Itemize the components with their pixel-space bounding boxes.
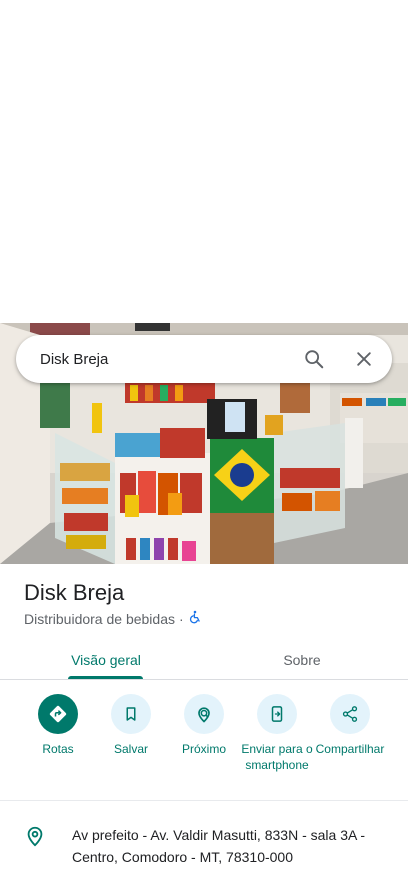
bookmark-icon[interactable]: [111, 694, 151, 734]
address-line-1: Av prefeito - Av. Valdir Masutti, 833N -…: [72, 827, 366, 843]
close-icon[interactable]: [344, 339, 384, 379]
separator-dot: ·: [178, 610, 184, 627]
nearby-icon[interactable]: [184, 694, 224, 734]
search-bar[interactable]: Disk Breja: [16, 335, 392, 383]
nearby-button[interactable]: Próximo: [166, 694, 242, 757]
share-label: Compartilhar: [315, 742, 385, 756]
action-buttons: Rotas Salvar Próximo Enviar para o smart…: [0, 694, 408, 794]
active-tab-indicator: [68, 676, 143, 679]
map-area[interactable]: [0, 0, 408, 323]
tab-about[interactable]: Sobre: [252, 640, 352, 680]
share-icon[interactable]: [330, 694, 370, 734]
location-pin-icon: [24, 824, 48, 868]
nearby-label: Próximo: [181, 742, 226, 756]
tab-overview[interactable]: Visão geral: [56, 640, 156, 680]
section-divider: [0, 800, 408, 801]
place-name: Disk Breja: [24, 580, 125, 605]
place-category: Distribuidora de bebidas: [24, 610, 175, 627]
directions-icon[interactable]: [38, 694, 78, 734]
address-line-2: Centro, Comodoro - MT, 78310-000: [72, 849, 293, 865]
place-category-row: Distribuidora de bebidas ·: [24, 609, 202, 628]
place-tabs: Visão geral Sobre: [0, 640, 408, 680]
directions-button[interactable]: Rotas: [20, 694, 96, 757]
address-row[interactable]: Av prefeito - Av. Valdir Masutti, 833N -…: [24, 824, 394, 868]
wheelchair-accessible-icon: [188, 609, 202, 628]
send-to-phone-label: Enviar para o smartphone: [241, 742, 313, 772]
share-button[interactable]: Compartilhar: [312, 694, 388, 757]
send-to-phone-icon[interactable]: [257, 694, 297, 734]
save-button[interactable]: Salvar: [93, 694, 169, 757]
directions-label: Rotas: [42, 742, 74, 756]
save-label: Salvar: [113, 742, 148, 756]
search-icon[interactable]: [294, 339, 334, 379]
send-to-phone-button[interactable]: Enviar para o smartphone: [239, 694, 315, 773]
search-query[interactable]: Disk Breja: [16, 351, 294, 368]
